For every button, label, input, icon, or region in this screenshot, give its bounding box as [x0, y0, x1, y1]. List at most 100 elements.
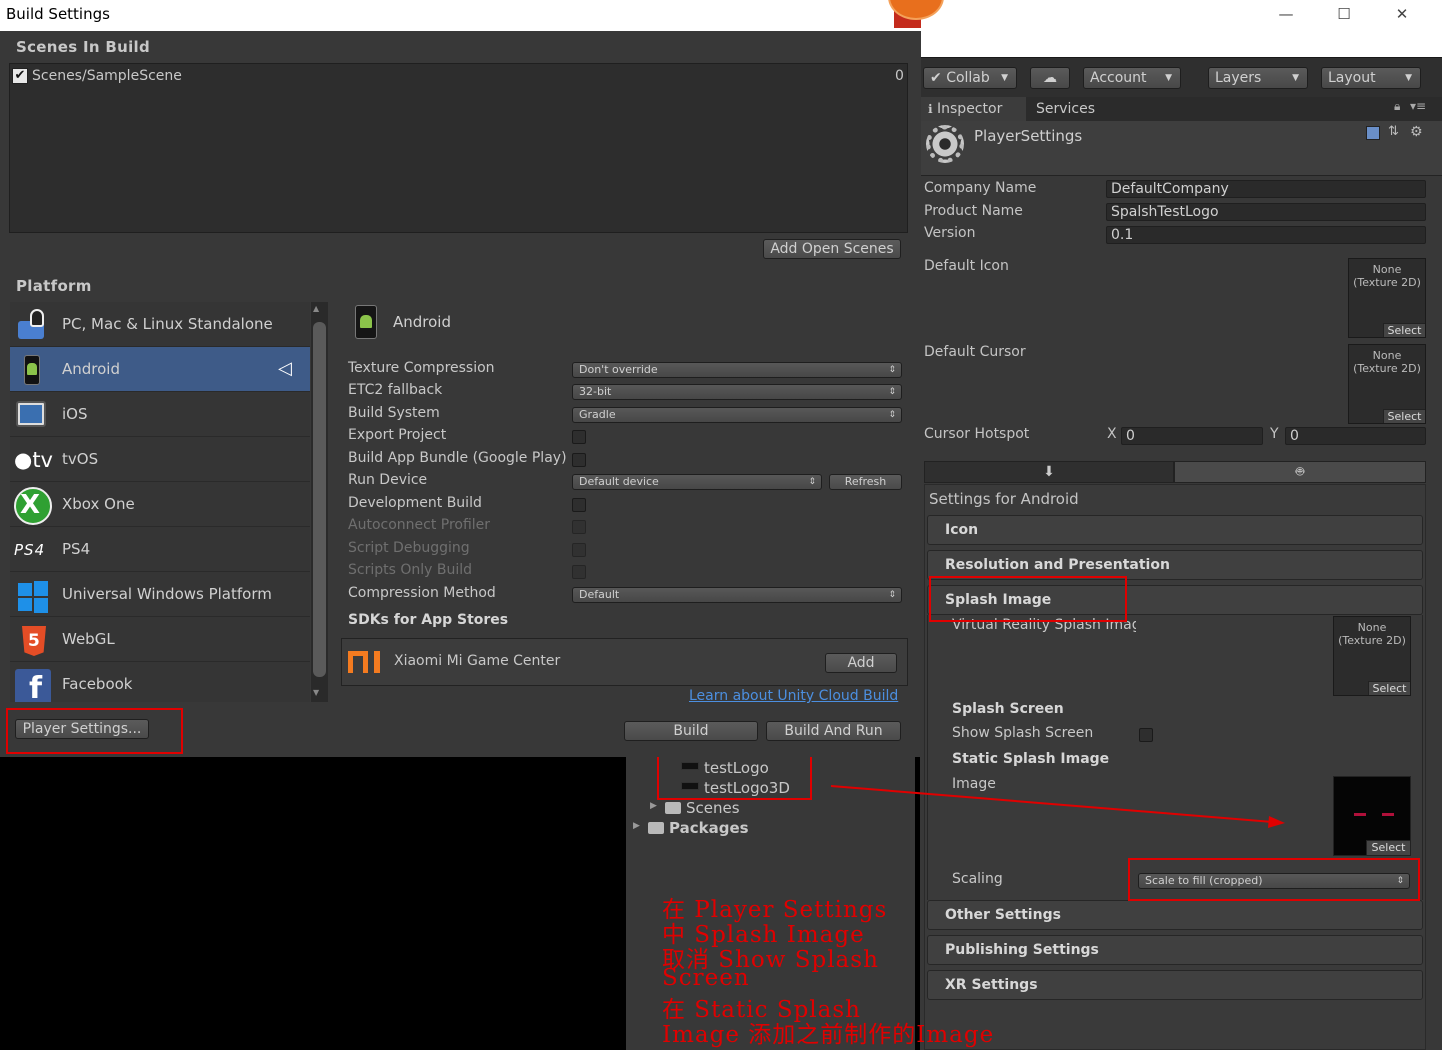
build-app-bundle-checkbox[interactable]	[572, 453, 586, 467]
minimize-button[interactable]: —	[1266, 3, 1306, 25]
account-dropdown[interactable]: Account ▼	[1083, 67, 1181, 89]
platform-item-uwp[interactable]: Universal Windows Platform	[10, 572, 310, 617]
company-name-field[interactable]: DefaultCompany	[1106, 180, 1426, 198]
tab-inspector[interactable]: ℹ Inspector	[920, 97, 1026, 121]
slot-type-text: (Texture 2D)	[1353, 276, 1421, 289]
etc2-fallback-label: ETC2 fallback	[348, 382, 443, 398]
platform-item-tvos[interactable]: ●tv tvOS	[10, 437, 310, 482]
tab-services[interactable]: Services	[1028, 97, 1118, 121]
tab-android-settings[interactable]: 🤖︎	[1174, 461, 1426, 483]
expand-arrow-icon[interactable]: ▶	[650, 801, 657, 811]
section-xr[interactable]: XR Settings	[927, 970, 1423, 1000]
sdk-add-button[interactable]: Add	[825, 653, 897, 673]
sdks-header: SDKs for App Stores	[348, 612, 509, 628]
build-system-dropdown[interactable]: Gradle ⇕	[572, 407, 902, 423]
project-folder-scenes[interactable]: Scenes	[686, 799, 740, 817]
refresh-button[interactable]: Refresh	[829, 474, 902, 490]
cloud-build-link[interactable]: Learn about Unity Cloud Build	[689, 688, 898, 704]
product-name-field[interactable]: SpalshTestLogo	[1106, 203, 1426, 221]
scene-name[interactable]: Scenes/SampleScene	[32, 68, 182, 84]
platform-header: Platform	[16, 277, 92, 295]
section-icon[interactable]: Icon	[927, 515, 1423, 545]
platform-item-xbox[interactable]: X Xbox One	[10, 482, 310, 527]
scenes-header: Scenes In Build	[16, 38, 150, 56]
tab-standalone-settings[interactable]: ⬇	[924, 461, 1174, 483]
highlight-player-settings	[6, 708, 183, 754]
select-button[interactable]: Select	[1383, 323, 1425, 337]
section-other-settings[interactable]: Other Settings	[927, 900, 1423, 930]
platform-label: tvOS	[62, 450, 99, 468]
highlight-scaling	[1128, 858, 1420, 901]
add-open-scenes-button[interactable]: Add Open Scenes	[763, 239, 901, 259]
default-cursor-label: Default Cursor	[924, 344, 1026, 360]
hotspot-x-field[interactable]: 0	[1121, 427, 1263, 445]
dropdown-value: 32-bit	[579, 385, 612, 398]
image-slot[interactable]: Select	[1333, 776, 1411, 856]
platform-label: Universal Windows Platform	[62, 585, 272, 603]
default-icon-slot[interactable]: None (Texture 2D) Select	[1348, 258, 1426, 338]
build-and-run-button[interactable]: Build And Run	[766, 721, 901, 741]
selected-platform-title: Android	[393, 313, 451, 331]
product-name-label: Product Name	[924, 203, 1023, 219]
html5-icon: 5	[14, 622, 50, 658]
hotspot-y-field[interactable]: 0	[1285, 427, 1426, 445]
scene-checkbox[interactable]: ✔	[12, 68, 28, 84]
platform-item-ps4[interactable]: PS4 PS4	[10, 527, 310, 572]
tab-inspector-label: Inspector	[937, 101, 1003, 117]
show-splash-label: Show Splash Screen	[952, 725, 1094, 741]
platform-item-webgl[interactable]: 5 WebGL	[10, 617, 310, 662]
platform-label: WebGL	[62, 630, 115, 648]
preset-icon[interactable]: ⇅	[1388, 124, 1399, 139]
collab-button[interactable]: ✔ Collab ▼	[923, 67, 1017, 89]
platform-item-standalone[interactable]: PC, Mac & Linux Standalone	[10, 302, 310, 347]
expand-arrow-icon[interactable]: ▶	[633, 821, 640, 831]
export-project-checkbox[interactable]	[572, 430, 586, 444]
scroll-down-icon[interactable]: ▼	[313, 688, 319, 697]
ps4-icon: PS4	[14, 541, 46, 559]
etc2-fallback-dropdown[interactable]: 32-bit ⇕	[572, 384, 902, 400]
windows-icon	[14, 577, 50, 613]
select-button[interactable]: Select	[1383, 409, 1425, 423]
show-splash-checkbox[interactable]	[1139, 728, 1153, 742]
platform-label: Facebook	[62, 675, 133, 693]
settings-gear-icon[interactable]: ⚙	[1410, 124, 1423, 140]
xbox-icon: X	[14, 487, 52, 525]
collab-label: Collab	[946, 70, 990, 86]
default-cursor-slot[interactable]: None (Texture 2D) Select	[1348, 344, 1426, 424]
scroll-up-icon[interactable]: ▲	[313, 304, 319, 313]
platform-scroll-thumb[interactable]	[313, 322, 326, 677]
layout-dropdown[interactable]: Layout ▼	[1321, 67, 1421, 89]
cloud-button[interactable]: ☁	[1030, 67, 1070, 89]
texture-compression-dropdown[interactable]: Don't override ⇕	[572, 362, 902, 378]
image-select-button[interactable]: Select	[1366, 840, 1410, 855]
help-icon[interactable]	[1366, 126, 1380, 140]
scripts-only-build-label: Scripts Only Build	[348, 562, 473, 578]
caret-down-icon: ▼	[1001, 73, 1008, 83]
platform-item-ios[interactable]: iOS	[10, 392, 310, 437]
run-device-dropdown[interactable]: Default device ⇕	[572, 474, 822, 490]
layers-dropdown[interactable]: Layers ▼	[1208, 67, 1308, 89]
lock-icon[interactable]: 🔒︎	[1394, 99, 1400, 114]
platform-label: PS4	[62, 540, 91, 558]
close-window-button[interactable]: ✕	[1382, 3, 1422, 25]
unity-editor: — ☐ ✕ ✔ Collab ▼ ☁ Account ▼ Layers ▼ Layou…	[920, 0, 1442, 1050]
highlight-test-logos	[657, 752, 812, 800]
select-button[interactable]: Select	[1368, 681, 1410, 695]
cursor-hotspot-label: Cursor Hotspot	[924, 426, 1030, 442]
compression-method-dropdown[interactable]: Default ⇕	[572, 587, 902, 603]
project-folder-packages[interactable]: Packages	[669, 819, 749, 837]
platform-item-facebook[interactable]: f Facebook	[10, 662, 310, 702]
vr-splash-slot[interactable]: None (Texture 2D) Select	[1333, 616, 1411, 696]
caret-down-icon: ▼	[1165, 73, 1172, 83]
development-build-checkbox[interactable]	[572, 498, 586, 512]
section-publishing[interactable]: Publishing Settings	[927, 935, 1423, 965]
build-button[interactable]: Build	[624, 721, 758, 741]
platform-label: iOS	[62, 405, 88, 423]
annotation-line-4: Screen	[662, 965, 750, 991]
autoconnect-profiler-checkbox	[572, 520, 586, 534]
version-field[interactable]: 0.1	[1106, 226, 1426, 244]
platform-label: PC, Mac & Linux Standalone	[62, 315, 273, 333]
maximize-button[interactable]: ☐	[1324, 3, 1364, 25]
tab-menu-icon[interactable]: ▾≡	[1410, 99, 1426, 113]
platform-item-android[interactable]: Android ◁	[10, 347, 310, 392]
